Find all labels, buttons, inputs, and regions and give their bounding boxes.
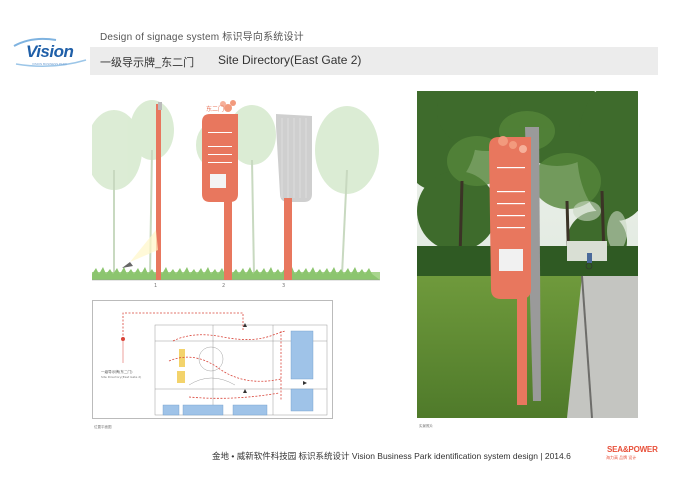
page-header-title: Design of signage system 标识导向系统设计 [100, 32, 304, 43]
site-photo [417, 91, 638, 418]
map-caption: 位置平面图 [94, 425, 112, 429]
title-chinese: 一级导示牌_东二门 [100, 57, 195, 69]
sign-elevation-panel: 东二门 1 2 3 [92, 90, 380, 288]
site-map-panel: 一级导示牌(东二门) Site Directory(East Gate 2) [92, 300, 333, 419]
map-callout: 一级导示牌(东二门) [101, 369, 133, 374]
footer-text: 金地 • 威新软件科技园 标识系统设计 Vision Business Park… [212, 451, 571, 461]
photo-caption: 实景照片 [419, 424, 433, 428]
sign-top-label: 东二门 [206, 105, 224, 113]
title-english: Site Directory(East Gate 2) [218, 53, 362, 67]
sign-elevation-drawing: 东二门 1 2 3 [92, 90, 380, 288]
vision-logo: Vision VISION BUSINESS PARK [12, 36, 88, 70]
site-photo-panel [417, 91, 638, 418]
logo-wordmark: Vision [26, 42, 74, 61]
brand-name: SEA&POWER [607, 445, 658, 454]
elevation-marker-2: 2 [222, 283, 225, 288]
map-callout-en: Site Directory(East Gate 2) [101, 375, 141, 379]
elevation-marker-3: 3 [282, 283, 285, 288]
brand-subtitle: 海力高 品牌 设计 [606, 455, 637, 460]
site-map-drawing: 一级导示牌(东二门) Site Directory(East Gate 2) [93, 301, 332, 418]
elevation-marker-1: 1 [154, 283, 157, 288]
logo-tagline: VISION BUSINESS PARK [32, 62, 67, 66]
